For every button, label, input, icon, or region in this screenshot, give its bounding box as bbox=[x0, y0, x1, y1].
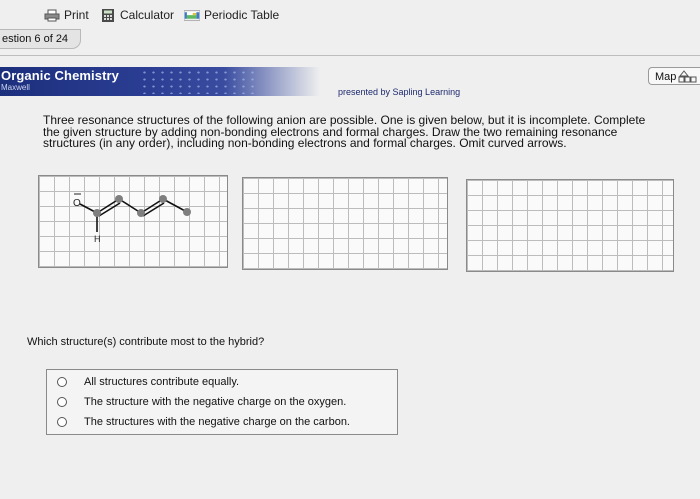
choice-2[interactable]: The structure with the negative charge o… bbox=[57, 396, 346, 408]
calculator-icon bbox=[102, 8, 114, 22]
drawing-area-2[interactable] bbox=[242, 177, 448, 270]
question-counter-label: estion 6 of 24 bbox=[2, 33, 69, 45]
choice-2-label: The structure with the negative charge o… bbox=[84, 396, 347, 408]
question-prompt: Which structure(s) contribute most to th… bbox=[27, 336, 265, 348]
question-instructions: Three resonance structures of the follow… bbox=[43, 113, 646, 150]
radio-button[interactable] bbox=[57, 417, 67, 427]
periodic-table-label: Periodic Table bbox=[204, 8, 280, 22]
choice-1-label: All structures contribute equally. bbox=[84, 376, 240, 388]
presented-by: presented by Sapling Learning bbox=[338, 87, 461, 97]
print-label: Print bbox=[64, 8, 89, 22]
printer-icon bbox=[44, 9, 60, 21]
drawing-area-1[interactable]: O H bbox=[38, 175, 228, 268]
choice-1[interactable]: All structures contribute equally. bbox=[57, 376, 239, 388]
answer-choices: All structures contribute equally. The s… bbox=[46, 369, 398, 435]
choice-3[interactable]: The structures with the negative charge … bbox=[57, 416, 350, 428]
toolbar: Print Calculator Periodic Table bbox=[0, 0, 700, 30]
question-counter-tab[interactable]: estion 6 of 24 bbox=[0, 29, 81, 49]
hydrogen-label: H bbox=[94, 234, 101, 244]
print-button[interactable]: Print bbox=[44, 8, 89, 22]
course-title: Organic Chemistry bbox=[1, 68, 120, 83]
oxygen-label: O bbox=[73, 198, 81, 209]
radio-button[interactable] bbox=[57, 377, 67, 387]
map-label: Map bbox=[655, 71, 677, 83]
periodic-table-icon bbox=[184, 9, 200, 21]
banner-decoration bbox=[140, 69, 260, 94]
map-button[interactable]: Map bbox=[648, 67, 700, 85]
map-icon bbox=[678, 70, 697, 83]
radio-button[interactable] bbox=[57, 397, 67, 407]
course-author: Maxwell bbox=[1, 83, 30, 92]
given-structure: O H bbox=[73, 193, 191, 244]
periodic-table-button[interactable]: Periodic Table bbox=[184, 8, 279, 22]
divider bbox=[0, 55, 700, 56]
calculator-label: Calculator bbox=[120, 8, 175, 22]
choice-3-label: The structures with the negative charge … bbox=[84, 416, 350, 428]
drawing-area-3[interactable] bbox=[466, 179, 674, 272]
calculator-button[interactable]: Calculator bbox=[100, 8, 174, 22]
